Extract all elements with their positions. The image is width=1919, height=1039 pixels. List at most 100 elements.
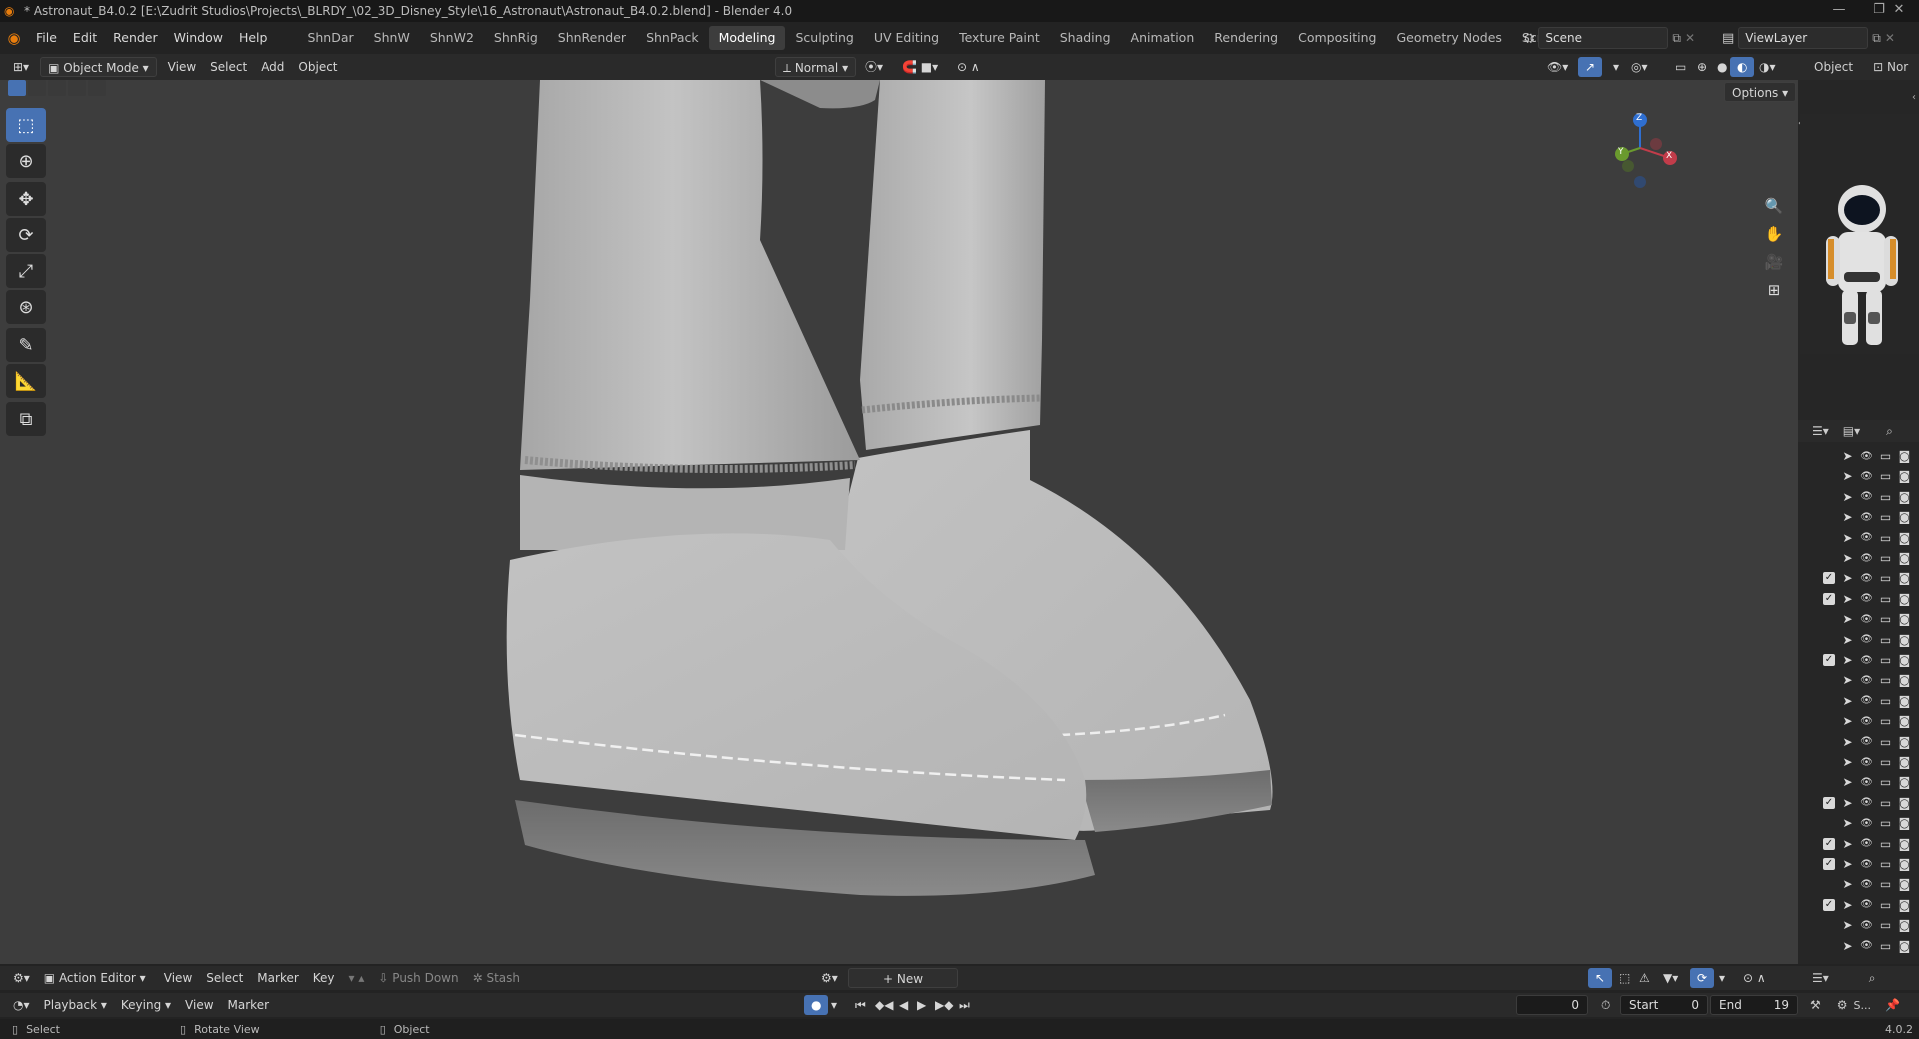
camera-icon[interactable]: ◙ bbox=[1898, 877, 1911, 891]
camera-icon[interactable]: ◙ bbox=[1898, 592, 1911, 606]
rendered-shading-icon[interactable]: ◑▾ bbox=[1752, 57, 1783, 77]
transform-tool-icon[interactable]: ⊛ bbox=[6, 290, 46, 324]
filter-icon[interactable]: ▼▾ bbox=[1656, 968, 1685, 988]
action-editor-mode[interactable]: ▣ Action Editor ▾ bbox=[37, 968, 157, 988]
workspace-tab-rendering[interactable]: Rendering bbox=[1204, 26, 1288, 50]
outliner-search-icon[interactable]: ⌕ bbox=[1886, 424, 1893, 439]
workspace-tab-shnpack[interactable]: ShnPack bbox=[636, 26, 709, 50]
monitor-icon[interactable]: ▭ bbox=[1879, 510, 1892, 524]
move-tool-icon[interactable]: ✥ bbox=[6, 182, 46, 216]
add-cube-tool-icon[interactable]: ⧉ bbox=[6, 402, 46, 436]
camera-icon[interactable]: ◙ bbox=[1898, 673, 1911, 687]
monitor-icon[interactable]: ▭ bbox=[1879, 449, 1892, 463]
viewport-menu-view[interactable]: View bbox=[161, 57, 203, 77]
outliner-row[interactable]: ➤ 👁 ▭ ◙ bbox=[1823, 487, 1911, 507]
camera-icon[interactable]: ◙ bbox=[1898, 510, 1911, 524]
annotate-tool-icon[interactable]: ✎ bbox=[6, 328, 46, 362]
eye-icon[interactable]: 👁 bbox=[1860, 879, 1873, 890]
select-arrow-icon[interactable]: ➤ bbox=[1841, 796, 1854, 810]
exclude-checkbox[interactable] bbox=[1823, 919, 1835, 931]
exclude-checkbox[interactable] bbox=[1823, 695, 1835, 707]
outliner-row[interactable]: ➤ 👁 ▭ ◙ bbox=[1823, 548, 1911, 568]
start-frame-field[interactable]: Start 0 bbox=[1620, 995, 1708, 1015]
camera-icon[interactable]: ◙ bbox=[1898, 775, 1911, 789]
eye-icon[interactable]: 👁 bbox=[1860, 716, 1873, 727]
camera-icon[interactable]: ◙ bbox=[1898, 796, 1911, 810]
outliner-row[interactable]: ✓ ➤ 👁 ▭ ◙ bbox=[1823, 793, 1911, 813]
select-arrow-icon[interactable]: ➤ bbox=[1841, 877, 1854, 891]
select-subtract-icon[interactable] bbox=[48, 80, 66, 96]
eye-icon[interactable]: 👁 bbox=[1860, 675, 1873, 686]
monitor-icon[interactable]: ▭ bbox=[1879, 755, 1892, 769]
workspace-tab-sculpting[interactable]: Sculpting bbox=[785, 26, 863, 50]
monitor-icon[interactable]: ▭ bbox=[1879, 857, 1892, 871]
new-action-button[interactable]: + New bbox=[848, 968, 958, 988]
eye-icon[interactable]: 👁 bbox=[1860, 512, 1873, 523]
gizmo-toggle-icon[interactable]: ↗ bbox=[1578, 57, 1603, 77]
pan-hand-icon[interactable]: ✋ bbox=[1760, 220, 1788, 248]
camera-icon[interactable]: ◙ bbox=[1898, 816, 1911, 830]
eye-icon[interactable]: 👁 bbox=[1860, 899, 1873, 910]
select-arrow-icon[interactable]: ➤ bbox=[1841, 775, 1854, 789]
camera-icon[interactable]: ◙ bbox=[1898, 837, 1911, 851]
monitor-icon[interactable]: ▭ bbox=[1879, 816, 1892, 830]
exclude-checkbox[interactable] bbox=[1823, 450, 1835, 462]
workspace-tab-texture-paint[interactable]: Texture Paint bbox=[949, 26, 1050, 50]
zoom-icon[interactable]: 🔍 bbox=[1760, 192, 1788, 220]
select-arrow-icon[interactable]: ➤ bbox=[1841, 939, 1854, 953]
select-arrow-icon[interactable]: ➤ bbox=[1841, 816, 1854, 830]
proportional-icon[interactable]: ⊙ ∧ bbox=[950, 57, 987, 77]
mode-selector[interactable]: ▣ Object Mode ▾ bbox=[40, 57, 157, 77]
blender-menu-icon[interactable]: ◉ bbox=[0, 29, 28, 47]
outliner-row[interactable]: ➤ 👁 ▭ ◙ bbox=[1823, 874, 1911, 894]
snap-icon[interactable]: 🧲 ■▾ bbox=[895, 57, 945, 77]
timeline-type-icon[interactable]: ◔▾ bbox=[6, 995, 37, 1015]
select-arrow-icon[interactable]: ➤ bbox=[1841, 837, 1854, 851]
workspace-tab-shnrender[interactable]: ShnRender bbox=[548, 26, 636, 50]
outliner-row[interactable]: ➤ 👁 ▭ ◙ bbox=[1823, 813, 1911, 833]
current-frame-field[interactable]: 0 bbox=[1516, 995, 1588, 1015]
stash-button[interactable]: ✲ Stash bbox=[466, 968, 527, 988]
viewlayer-new-icon[interactable]: ⧉ bbox=[1872, 31, 1881, 46]
outliner-display-mode-icon[interactable]: ▤▾ bbox=[1843, 424, 1860, 438]
exclude-checkbox[interactable] bbox=[1823, 552, 1835, 564]
workspace-tab-modeling[interactable]: Modeling bbox=[708, 26, 786, 50]
select-arrow-icon[interactable]: ➤ bbox=[1841, 469, 1854, 483]
exclude-checkbox[interactable]: ✓ bbox=[1823, 592, 1835, 605]
overlay-icon[interactable]: ◎▾ bbox=[1624, 57, 1655, 77]
ortho-grid-icon[interactable]: ⊞ bbox=[1760, 276, 1788, 304]
monitor-icon[interactable]: ▭ bbox=[1879, 612, 1892, 626]
outliner-row[interactable]: ➤ 👁 ▭ ◙ bbox=[1823, 528, 1911, 548]
camera-icon[interactable]: ◙ bbox=[1898, 714, 1911, 728]
select-arrow-icon[interactable]: ➤ bbox=[1841, 653, 1854, 667]
workspace-tab-animation[interactable]: Animation bbox=[1121, 26, 1205, 50]
workspace-tab-shading[interactable]: Shading bbox=[1050, 26, 1121, 50]
select-arrow-icon[interactable]: ➤ bbox=[1841, 510, 1854, 524]
exclude-checkbox[interactable] bbox=[1823, 817, 1835, 829]
outliner-row[interactable]: ✓ ➤ 👁 ▭ ◙ bbox=[1823, 589, 1911, 609]
material-shading-icon[interactable]: ◐ bbox=[1730, 57, 1755, 77]
camera-icon[interactable]: ◙ bbox=[1898, 551, 1911, 565]
outliner-row[interactable]: ➤ 👁 ▭ ◙ bbox=[1823, 772, 1911, 792]
exclude-checkbox[interactable] bbox=[1823, 736, 1835, 748]
monitor-icon[interactable]: ▭ bbox=[1879, 918, 1892, 932]
menu-help[interactable]: Help bbox=[231, 22, 276, 54]
select-arrow-icon[interactable]: ➤ bbox=[1841, 694, 1854, 708]
bottom-search-icon[interactable]: ⌕ bbox=[1869, 971, 1876, 986]
select-arrow-icon[interactable]: ➤ bbox=[1841, 449, 1854, 463]
eye-icon[interactable]: 👁 bbox=[1860, 491, 1873, 502]
outliner-row[interactable]: ➤ 👁 ▭ ◙ bbox=[1823, 691, 1911, 711]
monitor-icon[interactable]: ▭ bbox=[1879, 939, 1892, 953]
workspace-tab-shnrig[interactable]: ShnRig bbox=[484, 26, 548, 50]
workspace-tab-shndar[interactable]: ShnDar bbox=[297, 26, 363, 50]
select-arrow-icon[interactable]: ➤ bbox=[1841, 592, 1854, 606]
camera-icon[interactable]: ◙ bbox=[1898, 612, 1911, 626]
tab-object[interactable]: Object bbox=[1814, 60, 1853, 74]
minimize-button[interactable]: — bbox=[1819, 0, 1859, 22]
camera-icon[interactable]: ◙ bbox=[1898, 653, 1911, 667]
select-arrow-icon[interactable]: ➤ bbox=[1841, 531, 1854, 545]
monitor-icon[interactable]: ▭ bbox=[1879, 775, 1892, 789]
exclude-checkbox[interactable] bbox=[1823, 634, 1835, 646]
options-dropdown[interactable]: Options ▾ bbox=[1724, 82, 1797, 102]
monitor-icon[interactable]: ▭ bbox=[1879, 633, 1892, 647]
